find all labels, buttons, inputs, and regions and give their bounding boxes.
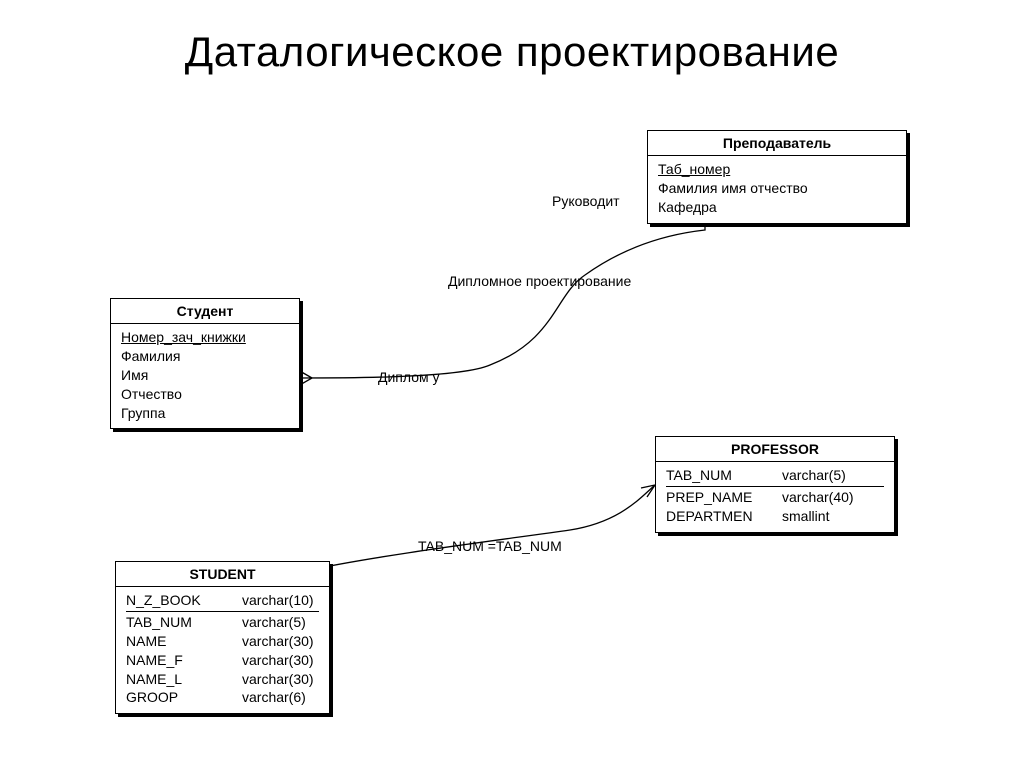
studenttbl-row-2-name: NAME xyxy=(126,632,224,651)
entity-student-title: Студент xyxy=(111,299,299,324)
label-diploma-design: Дипломное проектирование xyxy=(448,273,631,289)
entity-professor-body: TAB_NUM varchar(5) PREP_NAME varchar(40)… xyxy=(656,462,894,532)
label-supervises: Руководит xyxy=(552,193,620,209)
student-attr-1: Фамилия xyxy=(121,347,289,366)
teacher-attr-1: Фамилия имя отчество xyxy=(658,179,896,198)
studenttbl-row-4-name: NAME_L xyxy=(126,670,224,689)
entity-teacher: Преподаватель Таб_номер Фамилия имя отче… xyxy=(647,130,907,224)
professor-row-1-type: varchar(40) xyxy=(782,488,854,507)
studenttbl-row-0-name: N_Z_BOOK xyxy=(126,592,201,608)
studenttbl-row-1-name: TAB_NUM xyxy=(126,613,224,632)
professor-row-2-name: DEPARTMEN xyxy=(666,507,764,526)
entity-teacher-title: Преподаватель xyxy=(648,131,906,156)
teacher-attr-0: Таб_номер xyxy=(658,161,730,177)
studenttbl-row-3-name: NAME_F xyxy=(126,651,224,670)
entity-professor-title: PROFESSOR xyxy=(656,437,894,462)
label-fk: TAB_NUM =TAB_NUM xyxy=(418,538,562,554)
professor-row-0-type: varchar(5) xyxy=(782,467,846,483)
entity-professor: PROFESSOR TAB_NUM varchar(5) PREP_NAME v… xyxy=(655,436,895,533)
studenttbl-row-4-type: varchar(30) xyxy=(242,670,314,689)
student-attr-3: Отчество xyxy=(121,385,289,404)
studenttbl-row-3-type: varchar(30) xyxy=(242,651,314,670)
student-attr-0: Номер_зач_книжки xyxy=(121,329,246,345)
studenttbl-row-0-type: varchar(10) xyxy=(242,592,314,608)
label-diploma-to: Диплом у xyxy=(378,369,440,385)
professor-row-1-name: PREP_NAME xyxy=(666,488,764,507)
studenttbl-row-2-type: varchar(30) xyxy=(242,632,314,651)
entity-student-table-title: STUDENT xyxy=(116,562,329,587)
student-attr-4: Группа xyxy=(121,404,289,423)
professor-row-2-type: smallint xyxy=(782,507,829,526)
professor-row-0-name: TAB_NUM xyxy=(666,467,732,483)
entity-student-table: STUDENT N_Z_BOOK varchar(10) TAB_NUM var… xyxy=(115,561,330,714)
diagram-canvas: Руководит Дипломное проектирование Дипло… xyxy=(0,0,1024,767)
studenttbl-row-5-type: varchar(6) xyxy=(242,688,306,707)
entity-student: Студент Номер_зач_книжки Фамилия Имя Отч… xyxy=(110,298,300,429)
student-attr-2: Имя xyxy=(121,366,289,385)
entity-student-table-body: N_Z_BOOK varchar(10) TAB_NUM varchar(5) … xyxy=(116,587,329,713)
studenttbl-row-5-name: GROOP xyxy=(126,688,224,707)
teacher-attr-2: Кафедра xyxy=(658,198,896,217)
entity-teacher-body: Таб_номер Фамилия имя отчество Кафедра xyxy=(648,156,906,223)
studenttbl-row-1-type: varchar(5) xyxy=(242,613,306,632)
entity-student-body: Номер_зач_книжки Фамилия Имя Отчество Гр… xyxy=(111,324,299,428)
